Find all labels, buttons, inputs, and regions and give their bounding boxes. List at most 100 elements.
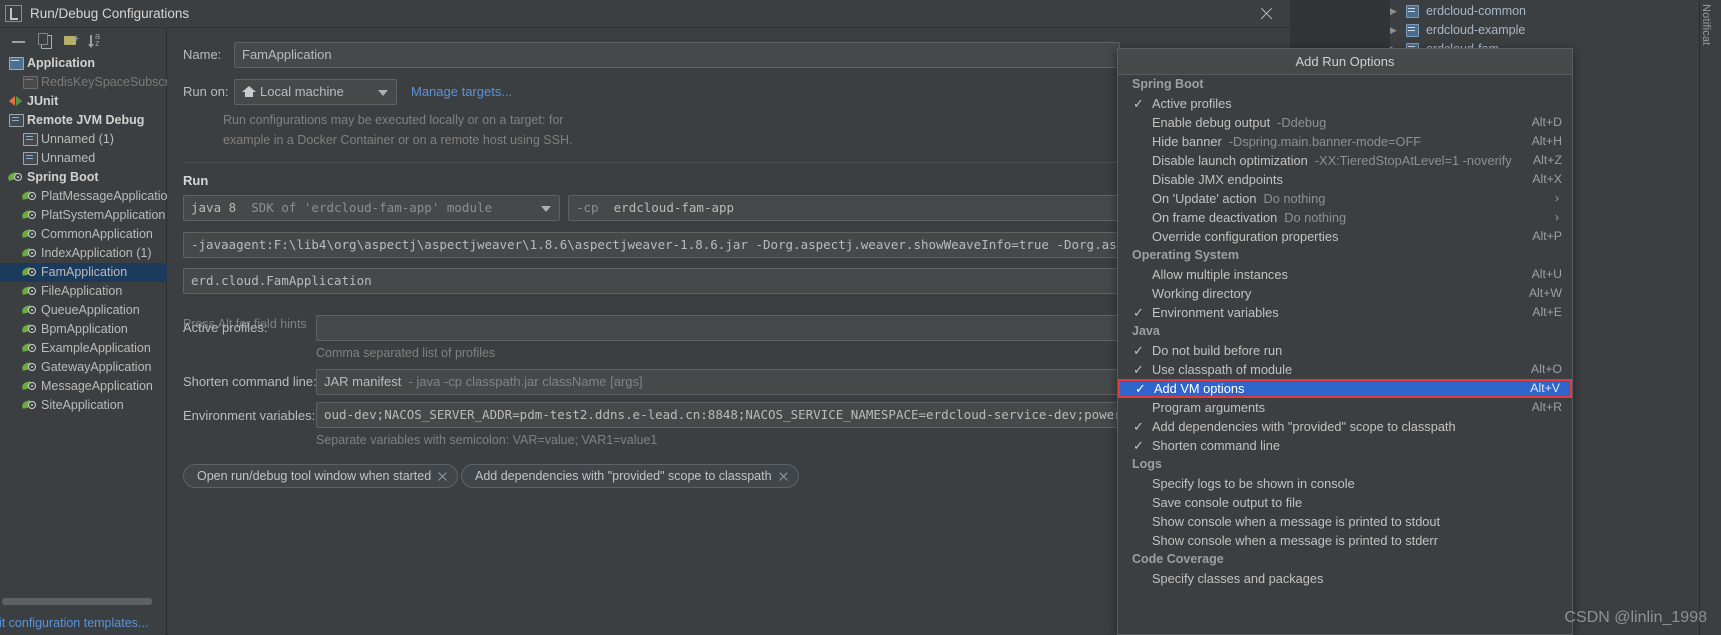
sidebar-item-indexapplication-1[interactable]: IndexApplication (1) — [0, 244, 167, 263]
sidebar-item-label: QueueApplication — [41, 303, 140, 317]
new-folder-icon[interactable] — [62, 32, 82, 51]
dialog-title: Run/Debug Configurations — [30, 6, 190, 21]
add-run-options-list[interactable]: Spring Boot ✓ Active profiles Enable debug … — [1118, 75, 1572, 634]
sidebar-item-rediskeyspacesubscribe[interactable]: RedisKeySpaceSubscribe — [0, 73, 167, 92]
sidebar-item-unnamed[interactable]: Unnamed — [0, 149, 167, 168]
popup-option-specify-logs-to-be-shown-in-console[interactable]: Specify logs to be shown in console — [1118, 474, 1572, 493]
application-icon — [8, 56, 24, 70]
popup-option-show-console-when-a-message-is-printed-to-stdout[interactable]: Show console when a message is printed t… — [1118, 512, 1572, 531]
popup-option-label: Hide banner — [1152, 134, 1222, 149]
popup-option-use-classpath-of-module[interactable]: ✓ Use classpath of module Alt+O — [1118, 360, 1572, 379]
spring-boot-icon — [21, 379, 38, 393]
popup-option-add-dependencies-with-provided-scope-to-classpath[interactable]: ✓ Add dependencies with "provided" scope … — [1118, 417, 1572, 436]
check-placeholder-icon — [1133, 151, 1145, 170]
popup-option-save-console-output-to-file[interactable]: Save console output to file — [1118, 493, 1572, 512]
project-tree-item-0[interactable]: ▶ erdcloud-common — [1390, 2, 1526, 21]
check-placeholder-icon — [1133, 474, 1145, 493]
remote-debug-icon — [22, 132, 38, 146]
check-icon: ✓ — [1133, 419, 1144, 434]
jre-combo[interactable]: java 8 SDK of 'erdcloud-fam-app' module — [183, 195, 560, 221]
sidebar-item-spring-boot[interactable]: Spring Boot — [0, 168, 167, 187]
check-placeholder-icon — [1133, 493, 1145, 512]
sidebar-horizontal-scrollbar[interactable] — [2, 598, 152, 605]
sidebar-item-platmessageapplication[interactable]: PlatMessageApplication — [0, 187, 167, 206]
check-placeholder-icon — [1133, 227, 1145, 246]
sidebar-item-famapplication[interactable]: FamApplication — [0, 263, 167, 282]
popup-option-on-update-action[interactable]: On 'Update' action Do nothing › — [1118, 189, 1572, 208]
popup-option-label: Specify classes and packages — [1152, 571, 1324, 586]
popup-option-label: Show console when a message is printed t… — [1152, 533, 1438, 548]
sidebar-item-gatewayapplication[interactable]: GatewayApplication — [0, 358, 167, 377]
spring-boot-icon — [21, 398, 38, 412]
junit-icon — [8, 94, 24, 108]
sidebar-item-siteapplication[interactable]: SiteApplication — [0, 396, 167, 415]
popup-option-do-not-build-before-run[interactable]: ✓ Do not build before run — [1118, 341, 1572, 360]
sidebar-item-remote-jvm-debug[interactable]: Remote JVM Debug — [0, 111, 167, 130]
chevron-right-icon: ▶ — [1390, 25, 1397, 36]
sidebar-item-label: FileApplication — [41, 284, 123, 298]
sidebar-item-fileapplication[interactable]: FileApplication — [0, 282, 167, 301]
popup-option-shortcut: Alt+H — [1531, 134, 1562, 148]
check-placeholder-icon — [1133, 284, 1145, 303]
popup-section-header-code-coverage: Code Coverage — [1132, 552, 1224, 566]
sidebar-item-label: BpmApplication — [41, 322, 128, 336]
project-tree-item-1[interactable]: ▶ erdcloud-example — [1390, 21, 1525, 40]
popup-option-hide-banner[interactable]: Hide banner -Dspring.main.banner-mode=OFF… — [1118, 132, 1572, 151]
popup-option-specify-classes-and-packages[interactable]: Specify classes and packages — [1118, 569, 1572, 588]
popup-option-label: Shorten command line — [1152, 438, 1281, 453]
sidebar-item-application[interactable]: Application — [0, 54, 167, 73]
sidebar-item-exampleapplication[interactable]: ExampleApplication — [0, 339, 167, 358]
check-icon: ✓ — [1133, 96, 1144, 111]
edit-configuration-templates-link[interactable]: dit configuration templates... — [0, 613, 148, 633]
sidebar-item-queueapplication[interactable]: QueueApplication — [0, 301, 167, 320]
close-icon[interactable] — [437, 471, 448, 482]
popup-option-on-frame-deactivation[interactable]: On frame deactivation Do nothing › — [1118, 208, 1572, 227]
sidebar-item-junit[interactable]: JUnit — [0, 92, 167, 111]
sidebar-item-label: Spring Boot — [27, 170, 99, 184]
notifications-tab-label: Notificat — [1700, 4, 1712, 46]
popup-option-disable-launch-optimization[interactable]: Disable launch optimization -XX:TieredSto… — [1118, 151, 1572, 170]
active-profiles-label: Active profiles: — [183, 320, 268, 335]
chip-open-run-debug-tool-window[interactable]: Open run/debug tool window when started — [183, 464, 459, 488]
popup-option-active-profiles[interactable]: ✓ Active profiles — [1118, 94, 1572, 113]
sidebar-item-commonapplication[interactable]: CommonApplication — [0, 225, 167, 244]
popup-option-working-directory[interactable]: Working directory Alt+W — [1118, 284, 1572, 303]
screen-root: ▶ erdcloud-common ▶ erdcloud-example ▶ e… — [0, 0, 1721, 635]
sort-icon[interactable]: az — [88, 32, 108, 51]
jre-value-rest: SDK of 'erdcloud-fam-app' module — [251, 200, 493, 215]
popup-option-label: On 'Update' action — [1152, 191, 1257, 206]
remote-debug-icon — [8, 113, 24, 127]
spring-boot-icon — [21, 265, 38, 279]
popup-option-label: Use classpath of module — [1152, 362, 1293, 377]
close-icon[interactable] — [778, 471, 789, 482]
popup-option-show-console-when-a-message-is-printed-to-stderr[interactable]: Show console when a message is printed t… — [1118, 531, 1572, 550]
popup-option-override-configuration-properties[interactable]: Override configuration properties Alt+P — [1118, 227, 1572, 246]
popup-option-add-vm-options[interactable]: ✓ Add VM options Alt+V — [1118, 379, 1572, 398]
sidebar-item-bpmapplication[interactable]: BpmApplication — [0, 320, 167, 339]
check-placeholder-icon — [1133, 531, 1145, 550]
popup-option-shortcut: Alt+X — [1532, 172, 1562, 186]
run-on-target-combo[interactable]: Local machine — [234, 79, 397, 105]
run-on-hint-line1: Run configurations may be executed local… — [223, 113, 564, 127]
copy-configuration-icon[interactable] — [36, 32, 56, 51]
popup-option-program-arguments[interactable]: Program arguments Alt+R — [1118, 398, 1572, 417]
popup-option-environment-variables[interactable]: ✓ Environment variables Alt+E — [1118, 303, 1572, 322]
chip-add-provided-dependencies[interactable]: Add dependencies with "provided" scope t… — [461, 464, 799, 488]
popup-option-disable-jmx-endpoints[interactable]: Disable JMX endpoints Alt+X — [1118, 170, 1572, 189]
remove-configuration-icon[interactable] — [10, 32, 30, 51]
sidebar-item-unnamed-1[interactable]: Unnamed (1) — [0, 130, 167, 149]
popup-option-shorten-command-line[interactable]: ✓ Shorten command line — [1118, 436, 1572, 455]
configurations-tree[interactable]: Application RedisKeySpaceSubscribe JUnit Re… — [0, 54, 167, 584]
application-icon — [22, 75, 38, 89]
close-icon[interactable] — [1256, 4, 1276, 24]
sidebar-item-platsystemapplication[interactable]: PlatSystemApplication — [0, 206, 167, 225]
spring-boot-icon — [21, 303, 38, 317]
name-input[interactable]: FamApplication — [234, 42, 1120, 68]
check-placeholder-icon — [1133, 170, 1145, 189]
notifications-tool-tab[interactable]: Notificat — [1699, 0, 1721, 635]
sidebar-item-messageapplication[interactable]: MessageApplication — [0, 377, 167, 396]
popup-option-allow-multiple-instances[interactable]: Allow multiple instances Alt+U — [1118, 265, 1572, 284]
popup-section-header-logs: Logs — [1132, 457, 1162, 471]
popup-option-enable-debug-output[interactable]: Enable debug output -Ddebug Alt+D — [1118, 113, 1572, 132]
manage-targets-link[interactable]: Manage targets... — [411, 84, 512, 99]
